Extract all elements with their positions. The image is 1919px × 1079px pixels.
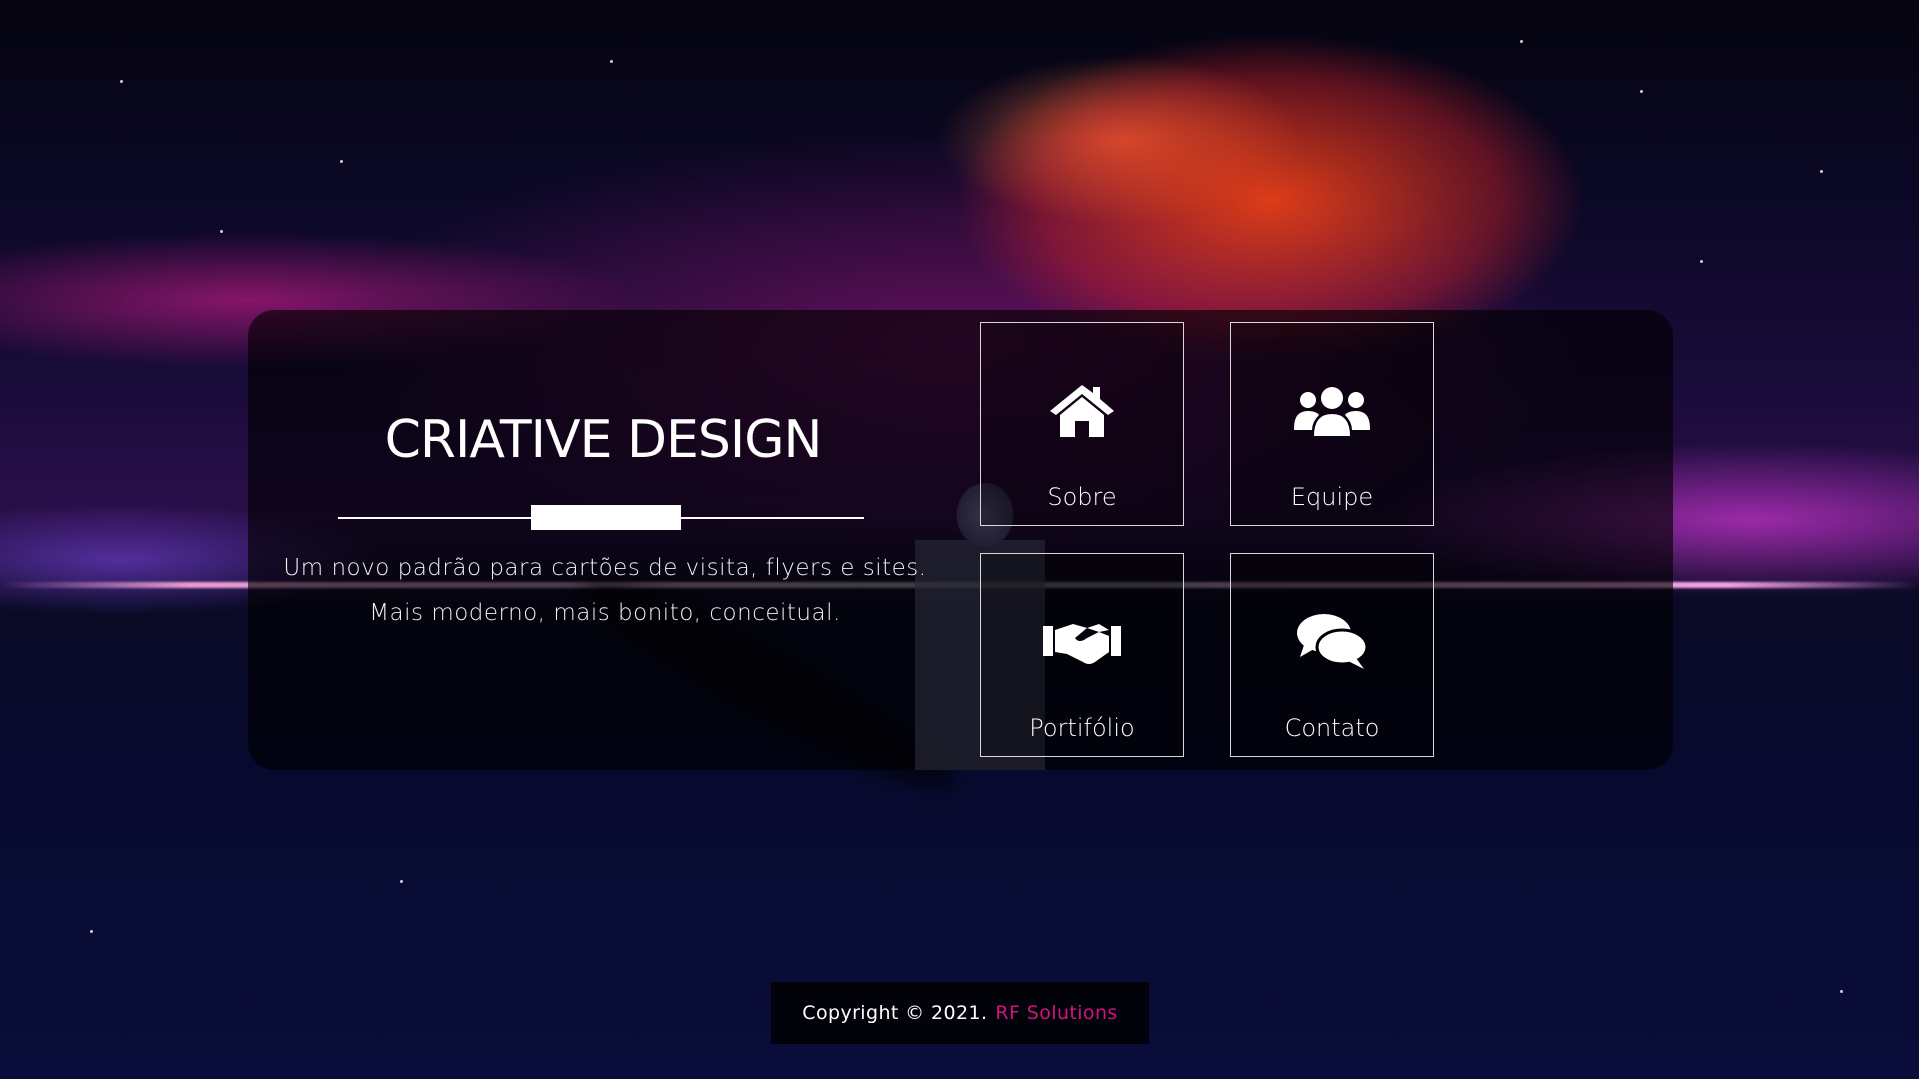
title-divider-accent (531, 505, 681, 530)
home-icon (1043, 381, 1121, 441)
menu-label-portfolio: Portifólio (1029, 714, 1135, 742)
brand-link[interactable]: RF Solutions (995, 1002, 1117, 1024)
menu-label-contato: Contato (1284, 714, 1380, 742)
menu-tile-equipe[interactable]: Equipe (1230, 322, 1434, 526)
users-icon (1293, 381, 1371, 441)
menu-label-equipe: Equipe (1290, 483, 1374, 511)
handshake-icon (1043, 612, 1121, 672)
menu-tile-sobre[interactable]: Sobre (980, 322, 1184, 526)
page-title: CRIATIVE DESIGN (384, 410, 823, 470)
menu-tile-portfolio[interactable]: Portifólio (980, 553, 1184, 757)
tagline-line-2: Mais moderno, mais bonito, conceitual. (369, 600, 841, 626)
menu-label-sobre: Sobre (1047, 483, 1117, 511)
chat-icon (1293, 612, 1371, 672)
footer: Copyright © 2021. RF Solutions (771, 982, 1149, 1044)
tagline-line-1: Um novo padrão para cartões de visita, f… (283, 555, 927, 581)
menu-tile-contato[interactable]: Contato (1230, 553, 1434, 757)
copyright-text: Copyright © 2021. (802, 1002, 988, 1024)
